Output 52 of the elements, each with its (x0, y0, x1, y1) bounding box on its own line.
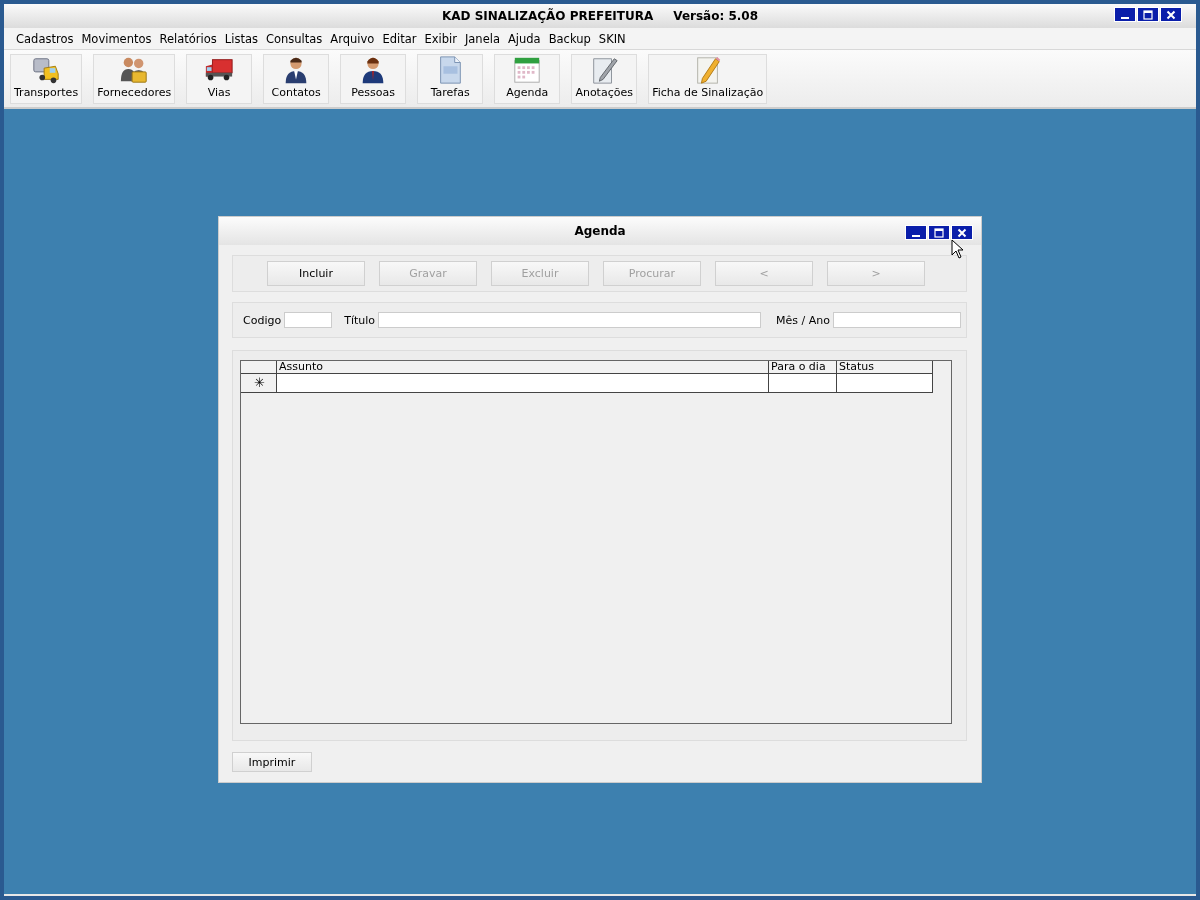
input-field[interactable] (832, 312, 961, 329)
minimize-button[interactable] (1114, 7, 1136, 22)
menu-item[interactable]: Editar (378, 31, 421, 46)
column-header[interactable]: Assunto (277, 361, 769, 375)
maximize-icon (1143, 9, 1153, 20)
close-button[interactable] (1160, 7, 1182, 22)
menu-item[interactable]: Listas (220, 31, 262, 46)
close-icon (1166, 9, 1176, 20)
toolbar-button[interactable]: Transportes (10, 53, 83, 104)
window-title: KAD SINALIZAÇÃO PREFEITURA (441, 9, 654, 23)
menu-item[interactable]: Arquivo (326, 31, 379, 46)
field-label: Título (344, 313, 376, 327)
close-button[interactable] (951, 225, 973, 240)
menu-item[interactable]: SKIN (594, 31, 630, 46)
menu-item[interactable]: Exibir (420, 31, 461, 46)
toolbar-button[interactable]: Contatos (263, 53, 330, 104)
field-label: Codigo (243, 313, 282, 327)
version-label: Versão: 5.08 (673, 9, 759, 23)
maximize-button[interactable] (928, 225, 950, 240)
dialog-title: Agenda (574, 223, 626, 238)
menu-item[interactable]: Ajuda (503, 31, 545, 46)
toolbar-button[interactable]: Agenda (494, 53, 561, 104)
menu-item[interactable]: Cadastros (12, 31, 78, 46)
toolbar-button[interactable]: Tarefas (417, 53, 484, 104)
minimize-button[interactable] (905, 225, 927, 240)
table-cell[interactable] (277, 374, 769, 394)
table-cell[interactable] (769, 374, 837, 394)
toolbar-button[interactable]: Ficha de Sinalização (648, 53, 768, 104)
maximize-icon (934, 227, 944, 238)
menu-item[interactable]: Backup (544, 31, 595, 46)
minimize-icon (1121, 16, 1129, 19)
menu-item[interactable]: Consultas (261, 31, 327, 46)
toolbar-button[interactable]: Anotações (571, 53, 638, 104)
new-row-marker: ✳ (241, 374, 277, 394)
column-header[interactable]: Para o dia (769, 361, 837, 375)
print-button[interactable]: Imprimir (232, 752, 312, 772)
toolbar-button[interactable]: Fornecedores (93, 53, 176, 104)
input-field[interactable] (378, 312, 762, 329)
action-button[interactable]: Incluir (267, 261, 365, 287)
toolbar-button[interactable]: Vias (186, 53, 253, 104)
maximize-button[interactable] (1137, 7, 1159, 22)
cursor-icon (951, 239, 965, 259)
menu-item[interactable]: Movimentos (77, 31, 156, 46)
menu-item[interactable]: Relatórios (155, 31, 221, 46)
toolbar-button[interactable]: Pessoas (340, 53, 407, 104)
menu-item[interactable]: Janela (460, 31, 504, 46)
field-label: Mês / Ano (776, 313, 830, 327)
table-cell[interactable] (837, 374, 933, 394)
input-field[interactable] (284, 312, 333, 329)
minimize-icon (912, 234, 920, 237)
column-header[interactable]: Status (837, 361, 933, 375)
close-icon (957, 227, 967, 238)
